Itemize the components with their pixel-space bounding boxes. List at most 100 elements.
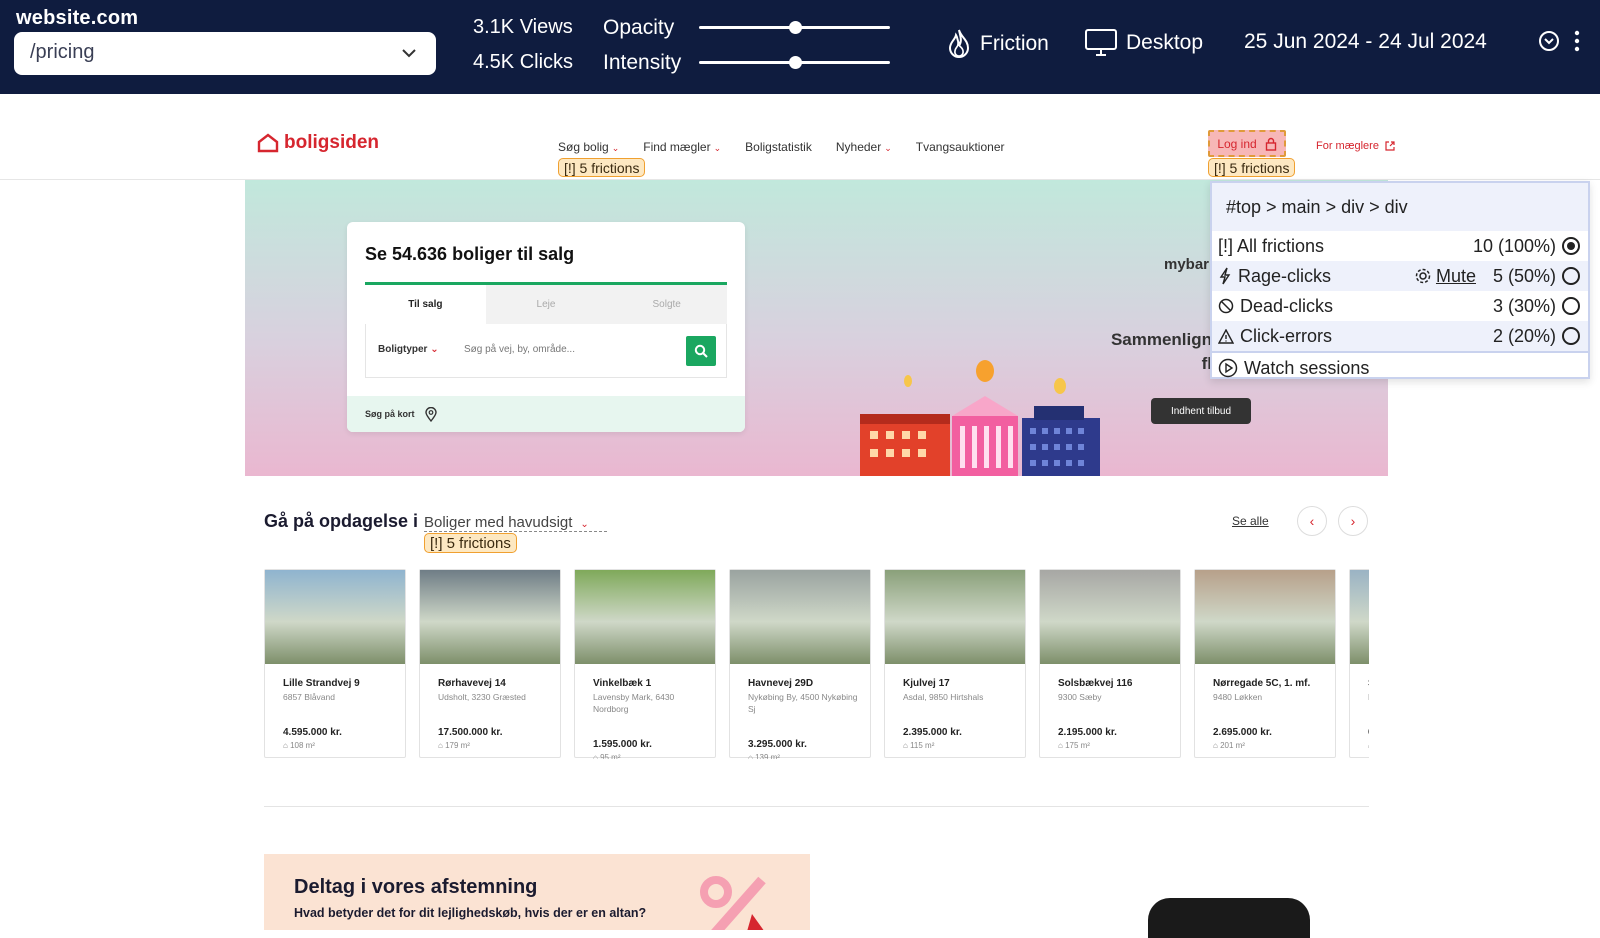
friction-tag-login[interactable]: [!] 5 frictions (1208, 158, 1296, 177)
house-icon: ⌂ (283, 741, 291, 750)
listing-location: Lavensby Mark, 6430 Nordborg (593, 692, 675, 714)
main-nav: Søg bolig ⌄ Find mægler ⌄ Boligstatistik N… (558, 140, 1004, 154)
monitor-icon (1085, 29, 1117, 56)
survey-question: Hvad betyder det for dit lejlighedskøb, … (294, 906, 647, 920)
chevron-down-icon: ⌄ (580, 519, 589, 530)
listing-area: ⌂ 139 m² (748, 753, 780, 759)
listing-address: Vinkelbæk 1 (593, 678, 652, 689)
friction-popover: #top > main > div > div [!] All friction… (1210, 181, 1590, 379)
device-selector[interactable]: Desktop (1084, 28, 1203, 58)
lock-icon (1265, 137, 1276, 151)
mute-button[interactable]: Mute (1414, 266, 1476, 287)
for-brokers-link[interactable]: For mæglere (1316, 140, 1395, 152)
chevron-down-icon: ⌄ (713, 143, 722, 153)
listing-card[interactable]: Nørregade 5C, 1. mf. 9480 Løkken 2.695.000… (1194, 569, 1336, 758)
map-pin-icon (424, 406, 437, 422)
tab-leje[interactable]: Leje (486, 285, 607, 324)
listing-area: ⌂ 201 m² (1213, 741, 1245, 750)
nav-item-sog-bolig[interactable]: Søg bolig ⌄ (558, 140, 619, 154)
survey-banner[interactable]: Deltag i vores afstemning Hvad betyder d… (264, 854, 810, 930)
radio-selected[interactable] (1562, 237, 1580, 255)
get-offer-button[interactable]: Indhent tilbud (1151, 398, 1251, 424)
mode-friction[interactable]: Friction (946, 28, 1049, 60)
site-name: website.com (16, 7, 139, 29)
filter-rage-clicks[interactable]: Rage-clicks Mute 5 (50%) (1212, 261, 1588, 291)
search-icon (694, 344, 708, 358)
map-search-link[interactable]: Søg på kort (347, 396, 745, 432)
listing-card[interactable]: Vinkelbæk 1 Lavensby Mark, 6430 Nordborg 1… (574, 569, 716, 759)
listing-card[interactable]: Solsbækvej 116 9300 Sæby 2.195.000 kr. ⌂ 17… (1039, 569, 1181, 758)
listing-area: ⌂ 95 m² (593, 753, 621, 759)
date-range[interactable]: 25 Jun 2024 - 24 Jul 2024 (1244, 30, 1487, 54)
warning-icon (1218, 328, 1234, 344)
ban-icon (1218, 298, 1234, 314)
nav-item-boligstatistik[interactable]: Boligstatistik (745, 140, 812, 154)
friction-tag-nav[interactable]: [!] 5 frictions (558, 158, 646, 177)
tab-solgte[interactable]: Solgte (606, 285, 727, 324)
search-input[interactable]: Søg på vej, by, område... (464, 344, 575, 355)
play-circle-icon (1218, 358, 1238, 378)
listing-address: Nørregade 5C, 1. mf. (1213, 678, 1311, 689)
tab-til-salg[interactable]: Til salg (365, 285, 486, 324)
listing-location: 9480 Løkken (1213, 692, 1263, 702)
search-tabs: Til salg Leje Solgte (365, 282, 727, 324)
survey-title: Deltag i vores afstemning (294, 876, 538, 898)
listing-price: 6 (1368, 727, 1369, 738)
opacity-slider-thumb[interactable] (789, 21, 802, 34)
url-value: /pricing (30, 41, 95, 63)
see-all-link[interactable]: Se alle (1232, 514, 1269, 528)
listing-price: 17.500.000 kr. (438, 727, 503, 738)
more-vertical-icon[interactable] (1574, 30, 1580, 52)
listing-price: 2.395.000 kr. (903, 727, 962, 738)
chevron-down-icon: ⌄ (884, 143, 892, 153)
carousel-prev-button[interactable]: ‹ (1297, 506, 1327, 536)
listing-card[interactable]: Kjulvej 17 Asdal, 9850 Hirtshals 2.395.000… (884, 569, 1026, 758)
filter-click-errors[interactable]: Click-errors 2 (20%) (1212, 321, 1588, 351)
clicks-count: 4.5K Clicks (473, 51, 574, 73)
property-type-select[interactable]: Boligtyper ⌄ (378, 344, 439, 355)
listing-location: B (1368, 691, 1369, 703)
nav-item-nyheder[interactable]: Nyheder ⌄ (836, 140, 892, 154)
listing-card[interactable]: SB 6 ⌂ (1349, 569, 1369, 758)
nav-item-tvangsauktioner[interactable]: Tvangsauktioner (916, 140, 1005, 154)
filter-dead-clicks[interactable]: Dead-clicks 3 (30%) (1212, 291, 1588, 321)
device-label: Desktop (1126, 31, 1204, 54)
house-logo-icon (257, 133, 279, 153)
radio-unselected[interactable] (1562, 267, 1580, 285)
intensity-slider-thumb[interactable] (789, 56, 802, 69)
section-divider (264, 806, 1369, 807)
listing-photo (575, 570, 715, 664)
listing-price: 2.195.000 kr. (1058, 727, 1117, 738)
radio-unselected[interactable] (1562, 297, 1580, 315)
gear-icon (1415, 268, 1431, 284)
element-selector-path: #top > main > div > div (1212, 183, 1588, 231)
listing-address: S (1368, 678, 1369, 689)
carousel-next-button[interactable]: › (1338, 506, 1368, 536)
listing-photo (1350, 570, 1369, 664)
friction-tag-explore[interactable]: [!] 5 frictions (424, 533, 517, 553)
listing-price: 1.595.000 kr. (593, 739, 652, 750)
search-button[interactable] (686, 336, 716, 366)
house-icon: ⌂ (1213, 741, 1221, 750)
radio-unselected[interactable] (1562, 327, 1580, 345)
chevron-down-icon: ⌄ (611, 143, 620, 153)
chevron-left-icon: ‹ (1309, 513, 1315, 529)
listing-card[interactable]: Havnevej 29D Nykøbing By, 4500 Nykøbing S… (729, 569, 871, 759)
flame-icon (948, 29, 970, 58)
chevron-circle-icon[interactable] (1538, 30, 1560, 52)
listing-location: Asdal, 9850 Hirtshals (903, 692, 984, 702)
listing-price: 2.695.000 kr. (1213, 727, 1272, 738)
explore-category-select[interactable]: Boliger med havudsigt ⌄ (424, 514, 607, 532)
filter-all-frictions[interactable]: [!] All frictions 10 (100%) (1212, 231, 1588, 261)
listing-location: Nykøbing By, 4500 Nykøbing Sj (748, 692, 858, 714)
watch-sessions-button[interactable]: Watch sessions (1212, 351, 1588, 383)
hero-title: Se 54.636 boliger til salg (365, 244, 575, 264)
login-button[interactable]: Log ind (1208, 130, 1286, 157)
listing-card[interactable]: Lille Strandvej 9 6857 Blåvand 4.595.000 k… (264, 569, 406, 758)
house-icon: ⌂ (438, 741, 446, 750)
listing-card[interactable]: Rørhavevej 14 Udsholt, 3230 Græsted 17.500… (419, 569, 561, 758)
listing-address: Lille Strandvej 9 (283, 678, 360, 689)
boligsiden-logo[interactable]: boligsiden (257, 132, 379, 154)
nav-item-find-maegler[interactable]: Find mægler ⌄ (643, 140, 721, 154)
url-select[interactable]: /pricing (14, 32, 436, 75)
